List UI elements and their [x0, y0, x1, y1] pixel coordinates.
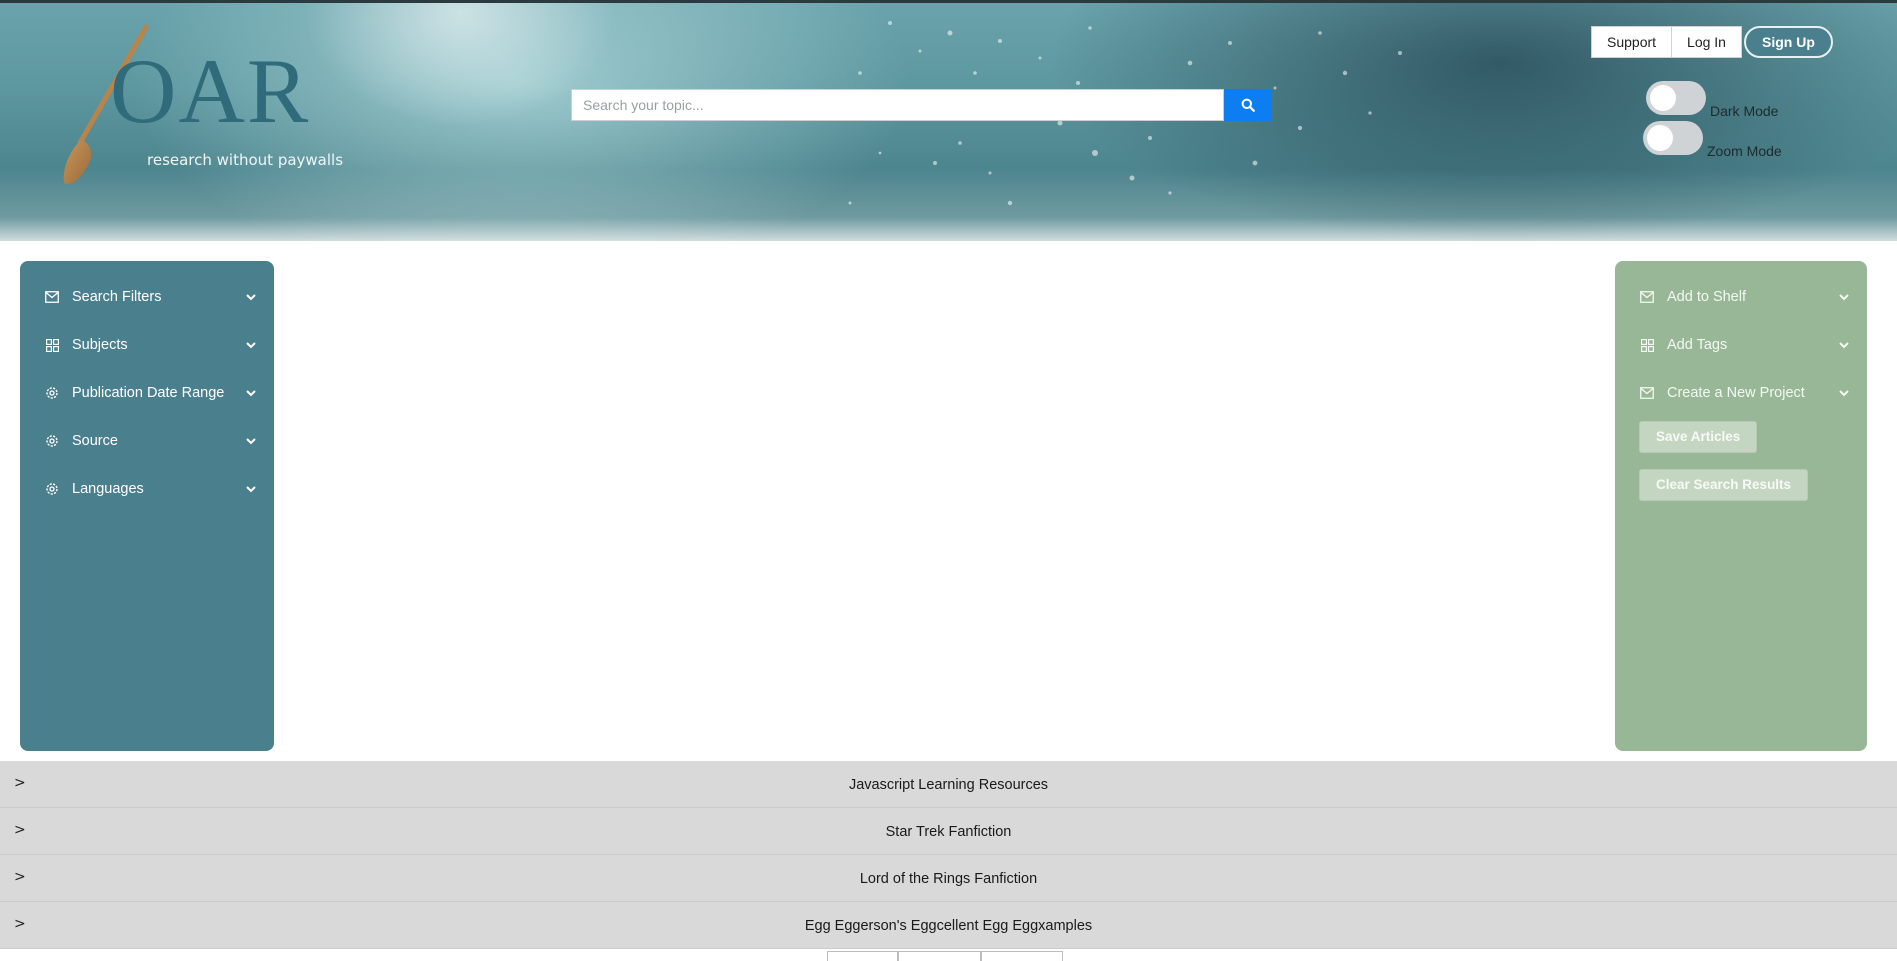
logo-wordmark: OAR [110, 40, 311, 142]
pager-button[interactable] [827, 951, 898, 961]
shelf-title: Javascript Learning Resources [848, 776, 1049, 793]
sidebar-item-create-project[interactable]: Create a New Project [1615, 369, 1867, 417]
search-input[interactable] [571, 89, 1224, 121]
chevron-down-icon [244, 338, 258, 352]
chevron-down-icon [244, 290, 258, 304]
clear-results-wrap: Clear Search Results [1615, 469, 1867, 501]
shelf-row-star-trek[interactable]: > Star Trek Fanfiction [0, 808, 1897, 855]
chevron-down-icon [244, 482, 258, 496]
dark-mode-row: Dark Mode [1646, 81, 1778, 119]
sidebar-item-label: Add Tags [1667, 337, 1728, 353]
sidebar-item-label: Publication Date Range [72, 385, 225, 401]
sidebar-item-label: Subjects [72, 337, 128, 353]
sidebar-item-languages[interactable]: Languages [20, 465, 274, 513]
pager-button[interactable] [898, 951, 981, 961]
sidebar-item-label: Create a New Project [1667, 385, 1805, 401]
sidebar-item-search-filters[interactable]: Search Filters [20, 273, 274, 321]
toggle-knob [1650, 85, 1676, 111]
sidebar-item-label: Add to Shelf [1667, 289, 1746, 305]
sidebar-item-add-tags[interactable]: Add Tags [1615, 321, 1867, 369]
gear-icon [44, 481, 60, 497]
zoom-mode-row: Zoom Mode [1643, 121, 1782, 159]
shelf-title: Egg Eggerson's Eggcellent Egg Eggxamples [804, 917, 1093, 934]
zoom-mode-label: Zoom Mode [1707, 143, 1782, 159]
sidebar-item-source[interactable]: Source [20, 417, 274, 465]
logo-tagline: research without paywalls [147, 151, 344, 169]
search-bar [571, 89, 1271, 121]
signup-button[interactable]: Sign Up [1743, 26, 1833, 58]
mail-icon [1639, 385, 1655, 401]
mail-icon [44, 289, 60, 305]
clear-search-results-button[interactable]: Clear Search Results [1639, 469, 1809, 501]
filters-sidebar: Search Filters Subjects Publication Date… [20, 261, 274, 751]
chevron-down-icon [1837, 338, 1851, 352]
shelf-row-javascript[interactable]: > Javascript Learning Resources [0, 761, 1897, 808]
gear-icon [44, 433, 60, 449]
sidebar-item-add-to-shelf[interactable]: Add to Shelf [1615, 273, 1867, 321]
zoom-mode-toggle[interactable] [1643, 121, 1703, 155]
sidebar-item-label: Search Filters [72, 289, 162, 305]
sidebar-item-label: Languages [72, 481, 144, 497]
sidebar-item-publication-date-range[interactable]: Publication Date Range [20, 369, 274, 417]
actions-sidebar: Add to Shelf Add Tags Create a New Proje… [1615, 261, 1867, 751]
sidebar-item-label: Source [72, 433, 118, 449]
support-button[interactable]: Support [1591, 26, 1673, 58]
dark-mode-toggle[interactable] [1646, 81, 1706, 115]
search-button[interactable] [1224, 89, 1271, 121]
grid-icon [44, 337, 60, 353]
dark-mode-label: Dark Mode [1710, 103, 1779, 119]
gear-icon [44, 385, 60, 401]
save-articles-wrap: Save Articles [1615, 421, 1867, 453]
shelf-list: > Javascript Learning Resources > Star T… [0, 761, 1897, 949]
chevron-down-icon [1837, 386, 1851, 400]
grid-icon [1639, 337, 1655, 353]
mail-icon [1639, 289, 1655, 305]
chevron-down-icon [244, 434, 258, 448]
oar-logo[interactable]: OAR research without paywalls [40, 23, 343, 193]
shelf-title: Lord of the Rings Fanfiction [859, 870, 1038, 887]
shelf-title: Star Trek Fanfiction [885, 823, 1012, 840]
header-banner: OAR research without paywalls Support Lo… [0, 0, 1897, 241]
shelf-row-lotr[interactable]: > Lord of the Rings Fanfiction [0, 855, 1897, 902]
bubbles-decoration [848, 21, 1402, 206]
chevron-down-icon [244, 386, 258, 400]
toggle-knob [1647, 125, 1673, 151]
shelf-row-egg[interactable]: > Egg Eggerson's Eggcellent Egg Eggxampl… [0, 902, 1897, 949]
pager-buttons [827, 951, 1063, 961]
login-button[interactable]: Log In [1672, 26, 1742, 58]
auth-buttons: Support Log In Sign Up [1591, 26, 1833, 58]
chevron-down-icon [1837, 290, 1851, 304]
search-icon [1241, 98, 1255, 112]
sidebar-item-subjects[interactable]: Subjects [20, 321, 274, 369]
save-articles-button[interactable]: Save Articles [1639, 421, 1758, 453]
pager-button[interactable] [981, 951, 1063, 961]
